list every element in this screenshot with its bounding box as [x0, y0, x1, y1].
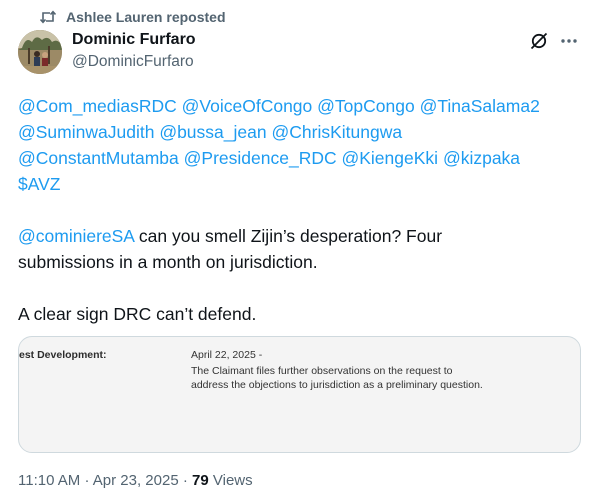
mentions-line-2: @SuminwaJudith @bussa_jean @ChrisKitungw…: [18, 119, 588, 145]
tweet-paragraph: @cominiereSA can you smell Zijin’s despe…: [18, 223, 588, 275]
mentions-line-3: @ConstantMutamba @Presidence_RDC @Kienge…: [18, 145, 588, 171]
mention-link[interactable]: @VoiceOfCongo: [182, 96, 313, 116]
mention-link[interactable]: @Presidence_RDC: [184, 148, 337, 168]
mention-link[interactable]: @KiengeKki: [341, 148, 438, 168]
media-label: est Development:: [19, 349, 107, 361]
tweet-meta: 11:10 AM · Apr 23, 2025 · 79 Views: [18, 472, 253, 489]
mention-link[interactable]: @bussa_jean: [159, 122, 266, 142]
mention-link[interactable]: @Com_mediasRDC: [18, 96, 177, 116]
tweet-sentence: can you smell Zijin’s desperation? Four: [134, 226, 443, 246]
mentions-line-4: $AVZ: [18, 171, 588, 197]
mention-link[interactable]: @ChrisKitungwa: [271, 122, 402, 142]
mention-link[interactable]: @kizpaka: [443, 148, 520, 168]
tweet-sentence: A clear sign DRC can’t defend.: [18, 304, 257, 324]
repost-icon: [40, 10, 56, 24]
mention-link[interactable]: @ConstantMutamba: [18, 148, 179, 168]
mention-link[interactable]: @cominiereSA: [18, 226, 134, 246]
media-date: April 22, 2025 -: [191, 349, 263, 361]
mention-link[interactable]: @SuminwaJudith: [18, 122, 154, 142]
tweet-sentence: submissions in a month on jurisdiction.: [18, 252, 318, 272]
tweet-time[interactable]: 11:10 AM: [18, 472, 80, 489]
media-description: The Claimant files further observations …: [191, 365, 483, 391]
mention-link[interactable]: @TinaSalama2: [420, 96, 540, 116]
meta-separator: ·: [182, 472, 188, 489]
repost-indicator: Ashlee Lauren reposted: [40, 7, 226, 27]
cashtag-link[interactable]: $AVZ: [18, 174, 60, 194]
mention-link[interactable]: @TopCongo: [317, 96, 415, 116]
avatar[interactable]: [18, 30, 62, 74]
author-handle[interactable]: @DominicFurfaro: [72, 53, 194, 71]
tweet-paragraph: A clear sign DRC can’t defend.: [18, 301, 588, 327]
mentions-block: @Com_mediasRDC @VoiceOfCongo @TopCongo @…: [18, 93, 588, 197]
media-card[interactable]: est Development: April 22, 2025 - The Cl…: [18, 336, 581, 453]
meta-separator: ·: [84, 472, 90, 489]
author-name[interactable]: Dominic Furfaro: [72, 31, 196, 49]
mentions-line-1: @Com_mediasRDC @VoiceOfCongo @TopCongo @…: [18, 93, 588, 119]
views-label: Views: [212, 472, 253, 489]
more-icon[interactable]: [559, 31, 579, 51]
views-count: 79: [192, 472, 209, 489]
tweet-text: @Com_mediasRDC @VoiceOfCongo @TopCongo @…: [18, 93, 588, 327]
repost-text[interactable]: Ashlee Lauren reposted: [66, 9, 226, 25]
tweet-date[interactable]: Apr 23, 2025: [93, 472, 179, 489]
grok-icon[interactable]: [529, 31, 549, 51]
